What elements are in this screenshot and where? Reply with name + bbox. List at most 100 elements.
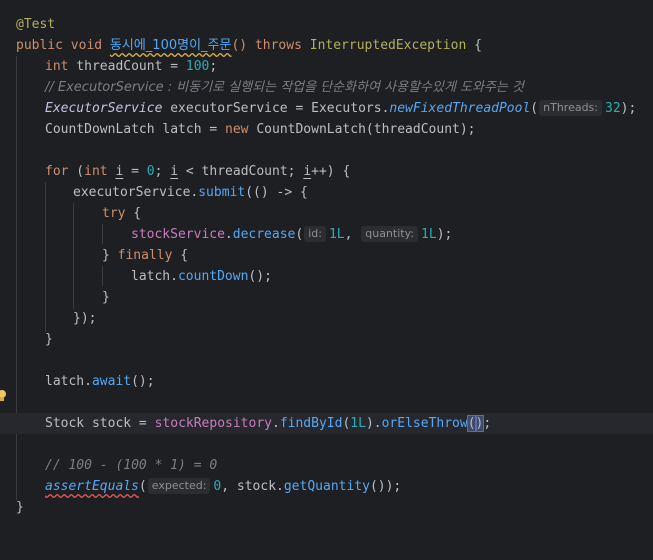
throws-keyword: throws [247,38,310,53]
code-line[interactable]: } [0,287,653,308]
finally-block: } finally { [102,245,188,266]
assert-call: assertEquals(expected: 0, stock.getQuanti… [45,476,401,497]
semicolon: ; [154,164,171,179]
new-keyword: new [225,122,257,137]
object-name: stock [236,479,277,494]
number-literal: 1L [328,227,345,242]
code-line[interactable]: for (int i = 0; i < threadCount; i++) { [0,161,653,182]
code-line[interactable]: // ExecutorService : 비동기로 실행되는 작업을 단순화하여… [0,77,653,98]
test-annotation: @Test [16,17,56,32]
dot: . [224,227,233,242]
constructor-name: CountDownLatch [256,122,366,137]
method-name: newFixedThreadPool [389,101,531,116]
lambda-open: (() -> { [245,185,308,200]
loop-variable: i [170,164,179,179]
decrease-call: stockService.decrease(id: 1L, quantity: 1L… [131,224,452,245]
argument: threadCount [373,122,460,137]
parameter-hint: expected: [147,478,211,494]
operator: = [162,59,186,74]
class-name: Executors [311,101,382,116]
call-parens: (); [248,269,272,284]
variable-name: stock [84,416,132,431]
field-name: stockRepository [154,416,272,431]
variable-name: latch [154,122,202,137]
comma: , [221,479,237,494]
open-brace: { [172,248,189,263]
loop-variable: i [303,164,312,179]
thread-count-declaration: int threadCount = 100; [45,56,217,77]
object-name: latch [45,374,85,389]
method-close-brace: } [16,500,24,515]
method-signature: public void 동시에_100명이_주문() throws Interr… [16,35,482,56]
type-name: CountDownLatch [45,122,155,137]
method-name: await [91,374,132,389]
call-parens: (); [131,374,155,389]
code-line[interactable]: }); [0,308,653,329]
submit-call: executorService.submit(() -> { [73,182,308,203]
code-line-current[interactable]: Stock stock = stockRepository.findById(1… [0,413,653,434]
object-name: latch [131,269,171,284]
close-paren: ); [620,101,637,116]
method-name: decrease [232,227,296,242]
comma: , [344,227,361,242]
code-line[interactable]: latch.countDown(); [0,266,653,287]
close-lambda: }); [73,311,97,326]
operator: = [201,122,226,137]
dot: . [84,374,92,389]
code-line[interactable]: @Test [0,14,653,35]
finally-keyword: finally [117,248,173,263]
variable-name: threadCount [68,59,163,74]
parens: () [231,38,248,53]
parameter-hint: id: [304,226,326,242]
code-line[interactable]: try { [0,203,653,224]
code-line[interactable]: public void 동시에_100명이_주문() throws Interr… [0,35,653,56]
parameter-hint: nThreads: [539,100,602,116]
code-line[interactable]: executorService.submit(() -> { [0,182,653,203]
open-paren: ( [365,122,374,137]
executor-comment: // ExecutorService : 비동기로 실행되는 작업을 단순화하여… [45,80,524,95]
close-paren: ()); [369,479,402,494]
code-line[interactable]: int threadCount = 100; [0,56,653,77]
number-literal: 1L [350,416,366,431]
stock-declaration: Stock stock = stockRepository.findById(1… [45,413,491,434]
parameter-hint: quantity: [361,226,419,242]
close-brace: } [45,332,53,347]
operator: = [123,164,147,179]
close-paren: ); [436,227,453,242]
code-line[interactable]: assertEquals(expected: 0, stock.getQuanti… [0,476,653,497]
code-line[interactable]: } finally { [0,245,653,266]
try-keyword: try [102,206,126,221]
code-line[interactable]: ExecutorService executorService = Execut… [0,98,653,119]
open-paren: ( [68,164,85,179]
math-comment: // 100 - (100 * 1) = 0 [45,458,218,473]
matched-paren: ( [466,415,477,432]
object-name: executorService [73,185,191,200]
method-name: 동시에_100명이_주문 [109,38,232,53]
executor-declaration: ExecutorService executorService = Execut… [45,98,636,119]
open-brace: { [466,38,482,53]
type-name: ExecutorService [45,101,163,116]
code-line[interactable]: } [0,497,653,518]
semicolon: ; [209,59,218,74]
close-brace: } [102,248,118,263]
code-line[interactable]: // 100 - (100 * 1) = 0 [0,455,653,476]
code-line[interactable]: CountDownLatch latch = new CountDownLatc… [0,119,653,140]
exception-type: InterruptedException [309,38,467,53]
modifiers: public void [16,38,110,53]
lightbulb-icon[interactable] [0,389,7,403]
close-paren: ) [365,416,374,431]
open-brace: { [125,206,142,221]
method-name: orElseThrow [381,416,468,431]
dot: . [170,269,178,284]
code-line[interactable]: latch.await(); [0,371,653,392]
method-name: submit [198,185,246,200]
method-name: findById [279,416,343,431]
for-loop-header: for (int i = 0; i < threadCount; i++) { [45,161,350,182]
code-line[interactable]: } [0,329,653,350]
code-editor[interactable]: @Test public void 동시에_100명이_주문() throws … [0,0,653,531]
close-brace: } [102,290,110,305]
code-line[interactable]: stockService.decrease(id: 1L, quantity: 1L… [0,224,653,245]
number-literal: 1L [421,227,437,242]
field-name: stockService [131,227,225,242]
open-paren: ( [530,101,539,116]
